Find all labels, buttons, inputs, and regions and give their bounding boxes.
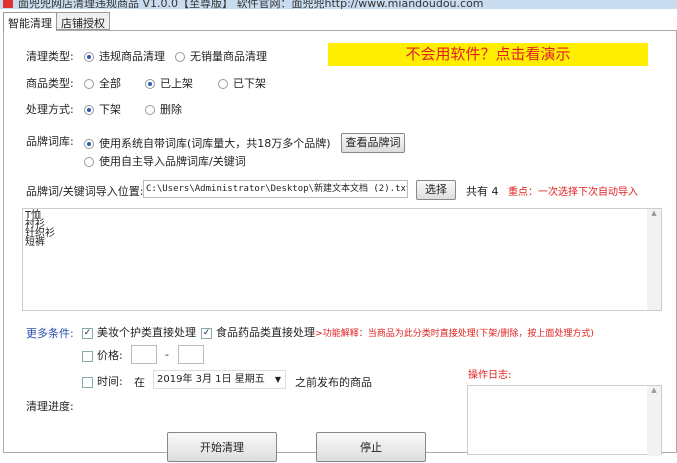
option-label: 已下架	[233, 77, 266, 90]
radio-delist[interactable]: 下架	[84, 101, 121, 117]
option-label: 已上架	[160, 77, 193, 90]
import-hint: 重点：一次选择下次自动导入	[508, 187, 638, 198]
progress-label: 清理进度:	[26, 400, 74, 413]
start-clean-button[interactable]: 开始清理	[167, 432, 277, 462]
checkbox-food[interactable]: ✓ 食品药品类直接处理	[201, 324, 315, 340]
radio-system-brand[interactable]: 使用系统自带词库(词库量大，共18万多个品牌)	[84, 135, 331, 151]
window-title: 面兜兜网店清理违规商品 V1.0.0【至尊版】 软件官网：面兜兜http://w…	[18, 0, 484, 9]
tab-smart-clean[interactable]: 智能清理	[3, 12, 57, 31]
brand-label: 品牌词库:	[26, 135, 74, 148]
radio-icon	[84, 52, 94, 62]
option-label: 使用系统自带词库(词库量大，共18万多个品牌)	[99, 137, 331, 150]
radio-icon	[84, 105, 94, 115]
import-path-input[interactable]: C:\Users\Administrator\Desktop\新建文本文档 (2…	[143, 180, 408, 198]
date-picker[interactable]: 2019年 3月 1日 星期五 ▼	[153, 370, 286, 389]
option-label: 下架	[99, 103, 121, 116]
option-label: 无销量商品清理	[190, 50, 267, 63]
keywords-text: T恤 衬衫 针织衫 短裤	[25, 210, 55, 248]
time-prefix: 在	[134, 376, 145, 389]
view-brand-button[interactable]: 查看品牌词	[341, 133, 405, 153]
product-type-label: 商品类型:	[26, 77, 74, 90]
keywords-textarea[interactable]: T恤 衬衫 针织衫 短裤 ▲	[22, 208, 662, 311]
radio-listed[interactable]: 已上架	[145, 75, 193, 91]
import-label: 品牌词/关键词导入位置:	[26, 185, 144, 198]
checkbox-checked-icon: ✓	[82, 327, 93, 339]
radio-icon	[175, 52, 185, 62]
tab-shop-auth[interactable]: 店铺授权	[56, 12, 110, 30]
radio-icon	[84, 79, 94, 89]
date-value: 2019年 3月 1日 星期五	[157, 374, 265, 385]
checkbox-cosmetics[interactable]: ✓ 美妆个护类直接处理	[82, 324, 196, 340]
dropdown-arrow-icon: ▼	[274, 375, 281, 384]
checkbox-price[interactable]: 价格:	[82, 347, 123, 363]
radio-custom-brand[interactable]: 使用自主导入品牌词库/关键词	[84, 153, 246, 169]
scrollbar[interactable]: ▲	[647, 386, 661, 456]
radio-delisted[interactable]: 已下架	[218, 75, 266, 91]
demo-banner[interactable]: 不会用软件？点击看演示	[328, 43, 648, 66]
option-label: 食品药品类直接处理	[216, 326, 315, 339]
checkbox-icon	[82, 376, 93, 388]
more-conditions-label: 更多条件:	[26, 327, 74, 340]
radio-icon	[218, 79, 228, 89]
checkbox-checked-icon: ✓	[201, 327, 212, 339]
choose-file-button[interactable]: 选择	[416, 180, 456, 200]
log-textarea[interactable]: ▲	[467, 385, 662, 456]
option-label: 时间:	[97, 375, 123, 388]
radio-icon	[84, 139, 94, 149]
keyword-count: 共有 4	[466, 185, 499, 198]
radio-no-sales-clean[interactable]: 无销量商品清理	[175, 48, 267, 64]
checkbox-icon	[82, 350, 93, 362]
option-label: 使用自主导入品牌词库/关键词	[99, 155, 246, 168]
option-label: 删除	[160, 103, 182, 116]
log-label: 操作日志:	[468, 370, 512, 381]
checkbox-time[interactable]: 时间:	[82, 373, 123, 389]
option-label: 全部	[99, 77, 121, 90]
radio-all[interactable]: 全部	[84, 75, 121, 91]
time-suffix: 之前发布的商品	[295, 376, 372, 389]
price-min-input[interactable]	[131, 345, 157, 364]
option-label: 美妆个护类直接处理	[97, 326, 196, 339]
scrollbar[interactable]: ▲	[647, 209, 661, 310]
app-icon	[3, 0, 13, 8]
radio-violation-clean[interactable]: 违规商品清理	[84, 48, 165, 64]
radio-icon	[145, 105, 155, 115]
clean-type-label: 清理类型:	[26, 50, 74, 63]
radio-icon	[84, 157, 94, 167]
option-label: 违规商品清理	[99, 50, 165, 63]
price-separator: -	[165, 348, 169, 361]
option-label: 价格:	[97, 349, 123, 362]
radio-delete[interactable]: 删除	[145, 101, 182, 117]
radio-icon	[145, 79, 155, 89]
title-bar: 面兜兜网店清理违规商品 V1.0.0【至尊版】 软件官网：面兜兜http://w…	[0, 0, 677, 9]
function-explain: ->功能解释：当商品为此分类时直接处理(下架/删除，按上面处理方式)	[312, 329, 594, 339]
price-max-input[interactable]	[178, 345, 204, 364]
process-label: 处理方式:	[26, 103, 74, 116]
stop-button[interactable]: 停止	[316, 432, 426, 462]
